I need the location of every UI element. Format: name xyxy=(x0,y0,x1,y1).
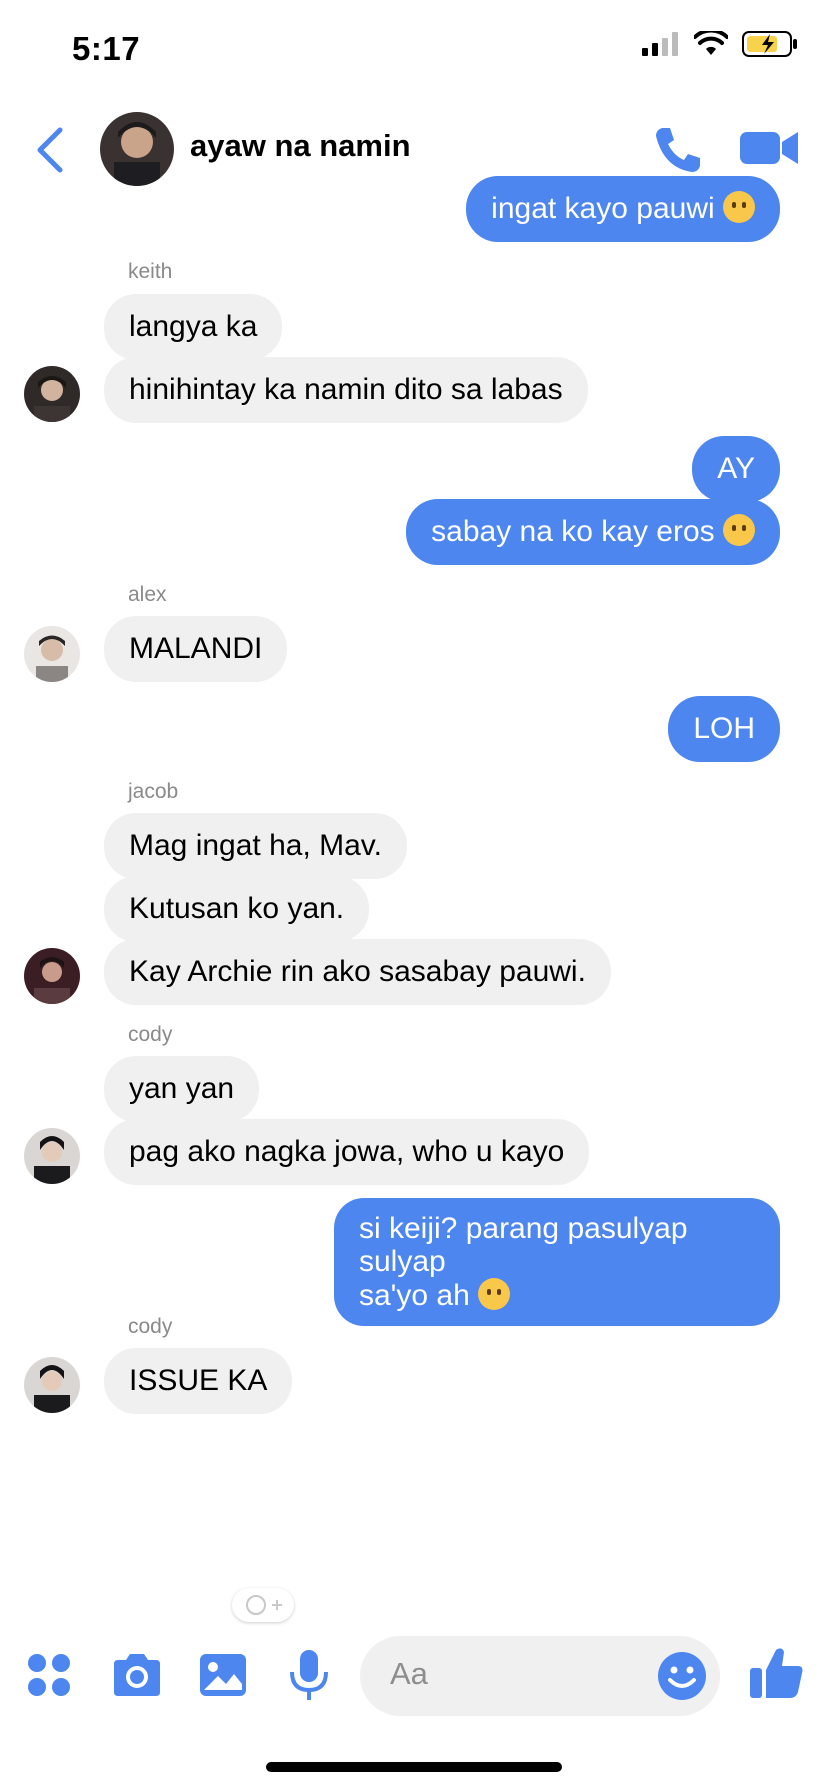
gallery-icon[interactable] xyxy=(196,1648,250,1702)
composer-bar: Aa xyxy=(0,1630,828,1720)
sender-name: cody xyxy=(128,1023,173,1046)
camera-icon[interactable] xyxy=(110,1648,164,1702)
message-incoming[interactable]: langya ka xyxy=(104,294,283,360)
apps-grid-icon[interactable] xyxy=(22,1648,76,1702)
grinning-sweat-emoji-icon xyxy=(723,514,755,546)
message-incoming[interactable]: MALANDI xyxy=(104,616,288,682)
sender-name: jacob xyxy=(128,780,179,803)
sender-name: cody xyxy=(128,1315,173,1338)
group-avatar[interactable] xyxy=(100,112,174,186)
avatar-alex[interactable] xyxy=(24,626,80,682)
home-indicator[interactable] xyxy=(266,1762,562,1772)
message-incoming[interactable]: ISSUE KA xyxy=(104,1348,293,1414)
thumbs-up-icon[interactable] xyxy=(746,1642,806,1702)
sender-name: keith xyxy=(128,260,173,283)
message-incoming[interactable]: Mag ingat ha, Mav. xyxy=(104,813,407,879)
avatar-cody[interactable] xyxy=(24,1357,80,1413)
avatar-jacob[interactable] xyxy=(24,948,80,1004)
message-outgoing-multiline[interactable]: si keiji? parang pasulyap sulyap sa'yo a… xyxy=(334,1198,780,1326)
message-incoming[interactable]: hinihintay ka namin dito sa labas xyxy=(104,357,588,423)
message-input[interactable]: Aa xyxy=(360,1636,720,1716)
video-camera-icon[interactable] xyxy=(740,126,800,170)
status-time: 5:17 xyxy=(72,30,141,67)
wifi-icon xyxy=(694,31,728,55)
emoji-icon[interactable] xyxy=(652,1646,712,1706)
status-bar: 5:17 xyxy=(0,0,828,100)
conversation-title[interactable]: ayaw na namin xyxy=(190,128,411,164)
message-outgoing[interactable]: sabay na ko kay eros xyxy=(406,499,780,565)
grinning-squinting-emoji-icon xyxy=(478,1278,511,1310)
avatar-cody[interactable] xyxy=(24,1128,80,1184)
add-reaction-button[interactable] xyxy=(232,1588,294,1622)
signal-icon xyxy=(642,32,678,56)
status-icons xyxy=(642,30,798,58)
phone-icon[interactable] xyxy=(650,122,706,178)
add-reaction-icon xyxy=(246,1595,282,1615)
message-incoming[interactable]: pag ako nagka jowa, who u kayo xyxy=(104,1119,590,1185)
message-outgoing[interactable]: AY xyxy=(692,436,780,502)
crying-face-emoji-icon xyxy=(723,191,755,223)
avatar-keith[interactable] xyxy=(24,366,80,422)
message-outgoing[interactable]: ingat kayo pauwi xyxy=(466,176,780,242)
message-placeholder: Aa xyxy=(390,1656,428,1691)
microphone-icon[interactable] xyxy=(282,1648,336,1702)
message-incoming[interactable]: Kutusan ko yan. xyxy=(104,876,370,942)
back-chevron-icon[interactable] xyxy=(30,120,70,180)
sender-name: alex xyxy=(128,583,167,606)
message-incoming[interactable]: Kay Archie rin ako sasabay pauwi. xyxy=(104,939,611,1005)
battery-icon xyxy=(742,31,797,57)
message-incoming[interactable]: yan yan xyxy=(104,1056,260,1122)
message-outgoing[interactable]: LOH xyxy=(668,696,780,762)
